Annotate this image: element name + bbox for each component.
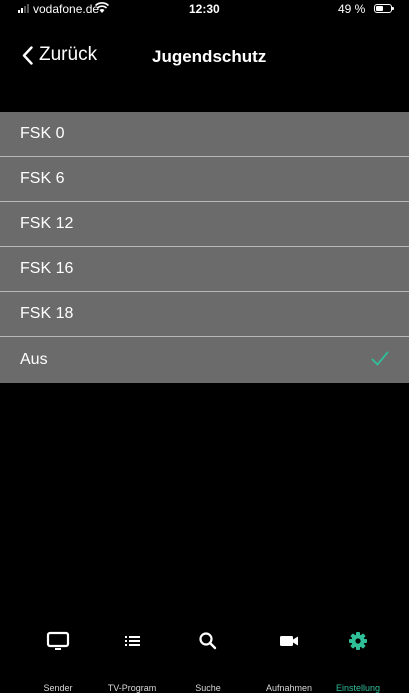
carrier-name: vodafone.de	[33, 2, 100, 16]
tab-sender[interactable]: Sender	[18, 620, 98, 693]
list-item-aus[interactable]: Aus	[0, 337, 409, 383]
navigation-bar: Zurück Jugendschutz	[0, 38, 409, 78]
list-item-label: FSK 18	[20, 305, 74, 322]
battery-percent: 49 %	[338, 2, 366, 16]
back-button[interactable]: Zurück	[22, 44, 97, 66]
checkmark-icon	[371, 351, 389, 366]
list-item-fsk-16[interactable]: FSK 16	[0, 247, 409, 292]
gear-icon	[349, 632, 367, 650]
list-item-fsk-18[interactable]: FSK 18	[0, 292, 409, 337]
tab-bar: Sender TV-Program Suche Aufnahmen Einste…	[0, 620, 409, 693]
list-item-fsk-6[interactable]: FSK 6	[0, 157, 409, 202]
status-bar: vodafone.de 12:30 49 %	[0, 0, 409, 18]
tv-icon	[46, 631, 70, 650]
list-item-fsk-0[interactable]: FSK 0	[0, 112, 409, 157]
tab-suche[interactable]: Suche	[168, 620, 248, 693]
tab-label: Aufnahmen	[265, 683, 313, 693]
list-icon	[125, 636, 140, 646]
list-item-label: Aus	[20, 351, 48, 368]
back-button-label: Zurück	[39, 44, 98, 65]
wifi-icon	[95, 2, 109, 13]
signal-strength-icon	[18, 4, 29, 13]
status-time: 12:30	[189, 2, 220, 16]
tab-aufnahmen[interactable]: Aufnahmen	[249, 620, 329, 693]
list-item-label: FSK 0	[20, 125, 65, 142]
tab-tv-program[interactable]: TV-Program	[92, 620, 172, 693]
list-item-fsk-12[interactable]: FSK 12	[0, 202, 409, 247]
list-item-label: FSK 12	[20, 215, 74, 232]
battery-icon	[374, 4, 394, 13]
battery-level	[376, 6, 383, 11]
tab-label: Suche	[195, 683, 221, 693]
list-item-label: FSK 6	[20, 170, 65, 187]
tab-einstellung[interactable]: Einstellung	[318, 620, 398, 693]
age-rating-list: FSK 0 FSK 6 FSK 12 FSK 16 FSK 18 Aus	[0, 112, 409, 383]
video-camera-icon	[280, 636, 298, 646]
tab-label: Einstellung	[335, 683, 381, 693]
tab-label: Sender	[43, 683, 73, 693]
list-item-label: FSK 16	[20, 260, 74, 277]
search-icon	[199, 632, 217, 650]
page-title: Jugendschutz	[152, 47, 267, 66]
chevron-left-icon	[22, 45, 33, 65]
tab-label: TV-Program	[107, 683, 157, 693]
